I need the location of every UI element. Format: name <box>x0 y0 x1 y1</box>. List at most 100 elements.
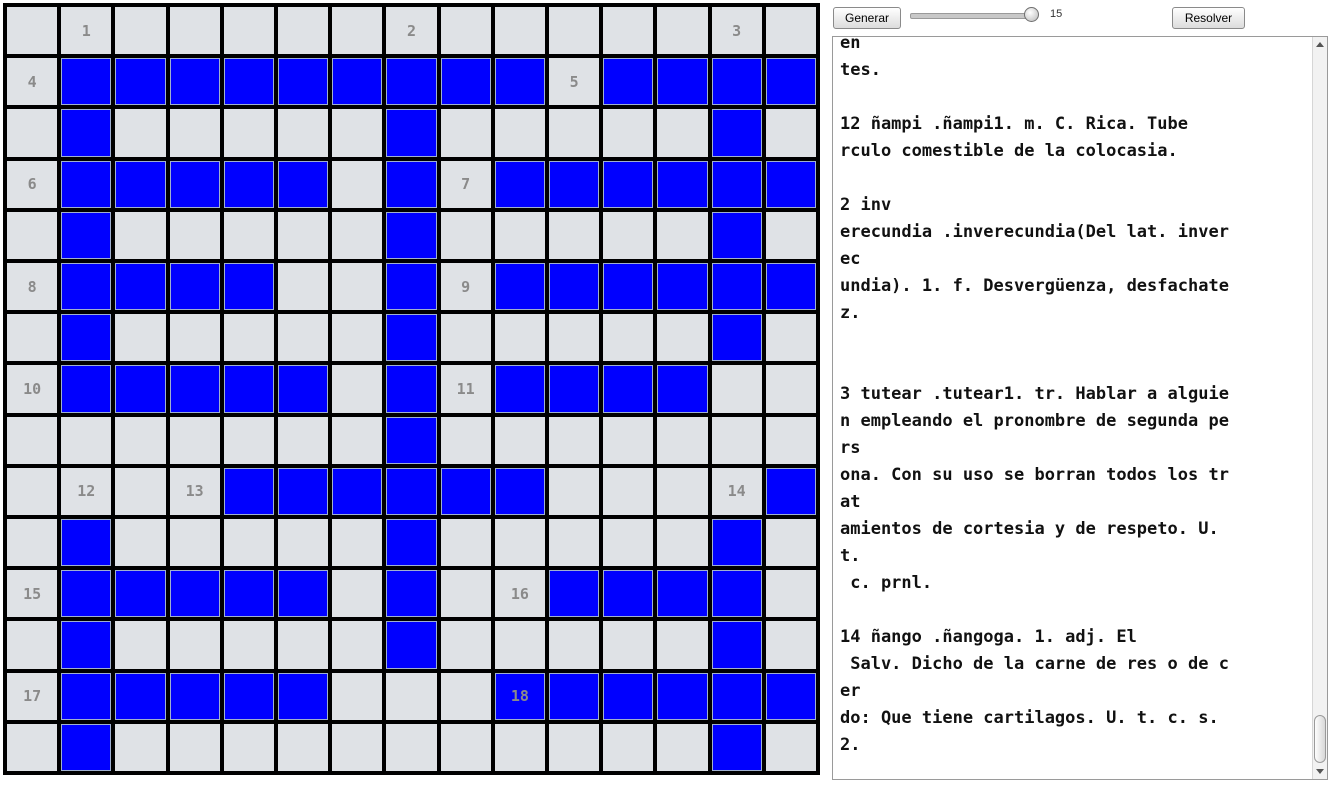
grid-cell[interactable] <box>169 621 220 669</box>
filled-cell[interactable] <box>386 570 437 618</box>
grid-cell[interactable] <box>386 672 437 720</box>
grid-cell[interactable]: 2 <box>386 7 437 55</box>
filled-cell[interactable] <box>61 570 112 618</box>
grid-cell[interactable] <box>115 109 166 157</box>
filled-cell[interactable] <box>169 365 220 413</box>
grid-cell[interactable] <box>765 314 816 362</box>
grid-cell[interactable] <box>657 723 708 771</box>
filled-cell[interactable] <box>223 672 274 720</box>
filled-cell[interactable] <box>440 58 491 106</box>
grid-cell[interactable] <box>765 621 816 669</box>
grid-cell[interactable] <box>7 314 58 362</box>
grid-cell[interactable] <box>440 109 491 157</box>
grid-cell[interactable] <box>603 621 654 669</box>
grid-cell[interactable] <box>440 211 491 259</box>
filled-cell[interactable] <box>169 570 220 618</box>
filled-cell[interactable] <box>549 672 600 720</box>
grid-cell[interactable] <box>657 621 708 669</box>
grid-cell[interactable] <box>603 314 654 362</box>
grid-cell[interactable] <box>657 211 708 259</box>
grid-cell[interactable]: 5 <box>549 58 600 106</box>
filled-cell[interactable] <box>61 263 112 311</box>
grid-cell[interactable] <box>549 467 600 515</box>
filled-cell[interactable] <box>765 467 816 515</box>
grid-cell[interactable] <box>332 416 383 464</box>
filled-cell[interactable] <box>765 263 816 311</box>
filled-cell[interactable]: 18 <box>494 672 545 720</box>
grid-cell[interactable] <box>223 621 274 669</box>
filled-cell[interactable] <box>386 314 437 362</box>
filled-cell[interactable] <box>332 467 383 515</box>
grid-cell[interactable] <box>494 109 545 157</box>
grid-cell[interactable]: 11 <box>440 365 491 413</box>
grid-cell[interactable] <box>549 7 600 55</box>
grid-cell[interactable] <box>115 467 166 515</box>
filled-cell[interactable] <box>223 365 274 413</box>
grid-cell[interactable] <box>332 519 383 567</box>
grid-cell[interactable] <box>603 467 654 515</box>
grid-cell[interactable] <box>332 263 383 311</box>
solve-button[interactable]: Resolver <box>1172 7 1245 29</box>
grid-cell[interactable] <box>494 519 545 567</box>
filled-cell[interactable] <box>278 365 329 413</box>
slider-thumb[interactable] <box>1024 7 1039 22</box>
filled-cell[interactable] <box>386 365 437 413</box>
grid-cell[interactable] <box>115 211 166 259</box>
generate-button[interactable]: Generar <box>833 7 901 29</box>
grid-cell[interactable] <box>494 723 545 771</box>
grid-cell[interactable] <box>657 314 708 362</box>
grid-cell[interactable] <box>603 723 654 771</box>
filled-cell[interactable] <box>494 263 545 311</box>
scroll-up-icon[interactable] <box>1316 42 1324 47</box>
grid-cell[interactable] <box>440 314 491 362</box>
filled-cell[interactable] <box>494 467 545 515</box>
grid-cell[interactable] <box>549 723 600 771</box>
grid-cell[interactable] <box>440 7 491 55</box>
grid-cell[interactable] <box>549 211 600 259</box>
grid-cell[interactable] <box>440 621 491 669</box>
grid-cell[interactable] <box>7 416 58 464</box>
filled-cell[interactable] <box>765 672 816 720</box>
grid-cell[interactable] <box>603 7 654 55</box>
filled-cell[interactable] <box>711 263 762 311</box>
filled-cell[interactable] <box>223 160 274 208</box>
filled-cell[interactable] <box>711 314 762 362</box>
grid-cell[interactable] <box>278 263 329 311</box>
grid-cell[interactable] <box>657 7 708 55</box>
filled-cell[interactable] <box>115 160 166 208</box>
grid-cell[interactable] <box>332 314 383 362</box>
grid-cell[interactable] <box>278 723 329 771</box>
grid-cell[interactable] <box>61 416 112 464</box>
scroll-down-icon[interactable] <box>1316 769 1324 774</box>
filled-cell[interactable] <box>765 160 816 208</box>
grid-cell[interactable] <box>332 160 383 208</box>
filled-cell[interactable] <box>657 570 708 618</box>
grid-cell[interactable] <box>7 723 58 771</box>
filled-cell[interactable] <box>603 570 654 618</box>
grid-cell[interactable] <box>603 109 654 157</box>
grid-cell[interactable] <box>494 621 545 669</box>
grid-cell[interactable] <box>223 416 274 464</box>
filled-cell[interactable] <box>711 211 762 259</box>
filled-cell[interactable] <box>169 160 220 208</box>
grid-cell[interactable] <box>765 570 816 618</box>
grid-cell[interactable]: 10 <box>7 365 58 413</box>
filled-cell[interactable] <box>278 58 329 106</box>
filled-cell[interactable] <box>61 160 112 208</box>
grid-cell[interactable]: 15 <box>7 570 58 618</box>
filled-cell[interactable] <box>549 263 600 311</box>
grid-cell[interactable] <box>332 621 383 669</box>
filled-cell[interactable] <box>386 519 437 567</box>
grid-cell[interactable] <box>494 314 545 362</box>
filled-cell[interactable] <box>386 621 437 669</box>
grid-cell[interactable] <box>549 621 600 669</box>
grid-cell[interactable] <box>440 570 491 618</box>
filled-cell[interactable] <box>278 467 329 515</box>
filled-cell[interactable] <box>386 467 437 515</box>
grid-cell[interactable] <box>115 7 166 55</box>
filled-cell[interactable] <box>657 263 708 311</box>
grid-cell[interactable] <box>603 211 654 259</box>
filled-cell[interactable] <box>386 263 437 311</box>
grid-cell[interactable] <box>7 7 58 55</box>
filled-cell[interactable] <box>169 672 220 720</box>
